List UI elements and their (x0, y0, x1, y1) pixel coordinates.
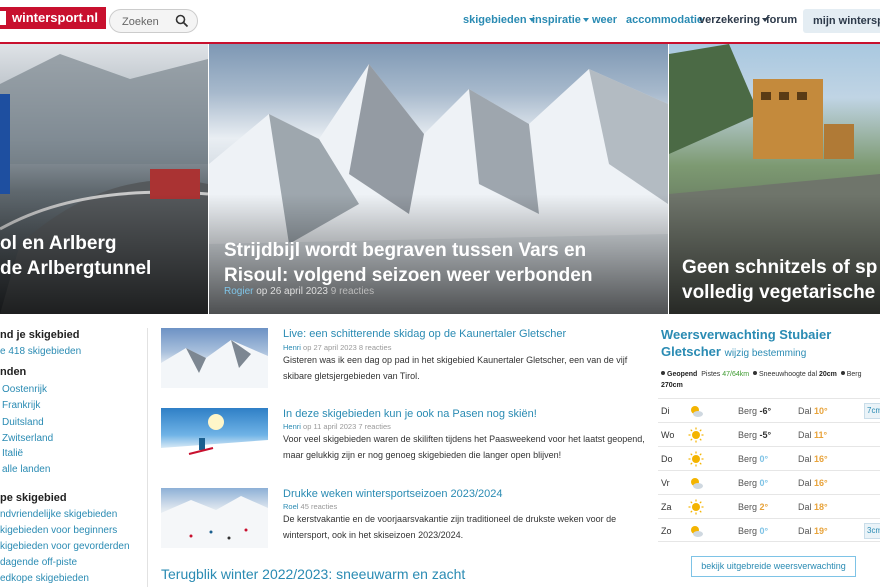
hero-meta: Rogier op 26 april 2023 9 reacties (224, 286, 374, 297)
hero-title[interactable]: Geen schnitzels of sp volledig vegetaris… (682, 255, 877, 305)
sun-icon (688, 451, 704, 467)
article-title[interactable]: Live: een schitterende skidag op de Kaun… (283, 328, 566, 340)
type-link-beginners[interactable]: kigebieden voor beginners (0, 525, 117, 536)
country-link-oostenrijk[interactable]: Oostenrijk (2, 384, 47, 395)
logo-flag-icon (0, 11, 6, 25)
hero-author[interactable]: Rogier (224, 286, 253, 297)
type-link-goedkoop[interactable]: edkope skigebieden (0, 573, 89, 584)
section-title[interactable]: Terugblik winter 2022/2023: sneeuwarm en… (161, 566, 465, 582)
article-image-skier (161, 414, 268, 468)
article-date: op 27 april 2023 (303, 343, 357, 352)
hero-slide-vars-risoul[interactable]: Strijdbijl wordt begraven tussen Vars en… (209, 44, 668, 314)
hero-slide-arlberg[interactable]: ol en Arlberg de Arlbergtunnel (0, 44, 208, 314)
article-title[interactable]: In deze skigebieden kun je ook na Pasen … (283, 408, 537, 420)
type-skigebied-heading: pe skigebied (0, 492, 67, 504)
article-image-piste (161, 496, 268, 548)
partly-cloudy-icon (691, 526, 703, 537)
article-summary: De kerstvakantie en de voorjaarsvakantie… (283, 514, 617, 540)
country-link-frankrijk[interactable]: Frankrijk (2, 400, 40, 411)
chevron-down-icon (582, 18, 589, 22)
site-logo[interactable]: wintersport.nl (0, 7, 106, 29)
article-comments[interactable]: 8 reacties (359, 343, 392, 352)
article-thumbnail[interactable] (161, 488, 268, 548)
country-link-alle-landen[interactable]: alle landen (2, 464, 50, 475)
article-meta: Roel 45 reacties (283, 502, 337, 511)
weather-day-row: Di Berg -6° Dal 10° 7cm (658, 398, 880, 422)
country-link-zwitserland[interactable]: Zwitserland (2, 433, 53, 444)
article-thumbnail[interactable] (161, 408, 268, 468)
article-meta: Henri op 11 april 2023 7 reacties (283, 422, 391, 431)
type-link-kindvriendelijk[interactable]: ndvriendelijke skigebieden (0, 509, 117, 520)
article-thumbnail[interactable] (161, 328, 268, 388)
column-divider (147, 328, 148, 587)
search-icon[interactable] (175, 14, 189, 28)
hero-title[interactable]: ol en Arlberg de Arlbergtunnel (0, 231, 151, 281)
account-button[interactable]: mijn wintersport (803, 9, 880, 33)
weather-day-row: Vr Berg 0° Dal 16° (658, 470, 880, 494)
partly-cloudy-icon (691, 406, 703, 417)
partly-cloudy-icon (691, 478, 703, 489)
hero-date: op 26 april 2023 (256, 286, 328, 297)
search-box[interactable] (109, 9, 198, 33)
find-skigebied-heading: nd je skigebied (0, 329, 80, 341)
hero-comments[interactable]: 9 reacties (331, 286, 374, 297)
weather-day-row: Za Berg 2° Dal 18° (658, 494, 880, 518)
snowfall-badge: 7cm (864, 403, 880, 419)
all-skigebieden-link[interactable]: e 418 skigebieden (0, 346, 81, 357)
weather-day-row: Wo Berg -5° Dal 11° (658, 422, 880, 446)
weather-day-row: Do Berg 0° Dal 16° (658, 446, 880, 470)
forecast-button[interactable]: bekijk uitgebreide weersverwachting (691, 556, 856, 577)
article-comments[interactable]: 7 reacties (358, 422, 391, 431)
nav-skigebieden[interactable]: skigebieden (463, 14, 535, 26)
logo-text: wintersport.nl (12, 10, 98, 25)
article-author[interactable]: Henri (283, 343, 301, 352)
article-author[interactable]: Roel (283, 502, 298, 511)
weather-status: Geopend Pistes 47/64km Sneeuwhoogte dal … (661, 371, 862, 389)
search-input[interactable] (122, 14, 177, 30)
sun-icon (688, 427, 704, 443)
country-link-italie[interactable]: Italië (2, 448, 23, 459)
bullet-icon (753, 371, 757, 375)
article-summary: Voor veel skigebieden waren de skiliften… (283, 434, 645, 460)
nav-weer[interactable]: weer (592, 14, 617, 26)
nav-accommodatie[interactable]: accommodatie (626, 14, 703, 26)
sun-icon (688, 499, 704, 515)
type-link-gevorderden[interactable]: kigebieden voor gevorderden (0, 541, 130, 552)
nav-verzekering[interactable]: verzekering (699, 14, 769, 26)
nav-inspiratie[interactable]: inspiratie (532, 14, 589, 26)
country-link-duitsland[interactable]: Duitsland (2, 417, 44, 428)
site-header: wintersport.nl skigebieden inspiratie we… (0, 0, 880, 44)
article-meta: Henri op 27 april 2023 8 reacties (283, 343, 391, 352)
weather-day-row: Zo Berg 0° Dal 19° 3cm (658, 518, 880, 542)
article-date: op 11 april 2023 (303, 422, 357, 431)
weather-title: Weersverwachting Stubaier Gletscher wijz… (661, 327, 832, 359)
snowfall-badge: 3cm (864, 523, 880, 539)
article-summary: Gisteren was ik een dag op pad in het sk… (283, 355, 628, 381)
hero-slide-vegetarisch[interactable]: Geen schnitzels of sp volledig vegetaris… (669, 44, 880, 314)
type-link-off-piste[interactable]: dagende off-piste (0, 557, 77, 568)
countries-heading: nden (0, 366, 27, 378)
article-comments[interactable]: 45 reacties (301, 502, 338, 511)
article-image-glacier (161, 340, 268, 388)
nav-forum[interactable]: forum (766, 14, 797, 26)
hero-title[interactable]: Strijdbijl wordt begraven tussen Vars en… (224, 238, 592, 288)
article-author[interactable]: Henri (283, 422, 301, 431)
article-title[interactable]: Drukke weken wintersportseizoen 2023/202… (283, 488, 503, 500)
change-destination-link[interactable]: wijzig bestemming (725, 348, 807, 359)
bullet-icon (840, 371, 845, 375)
status-dot-icon (661, 371, 665, 375)
